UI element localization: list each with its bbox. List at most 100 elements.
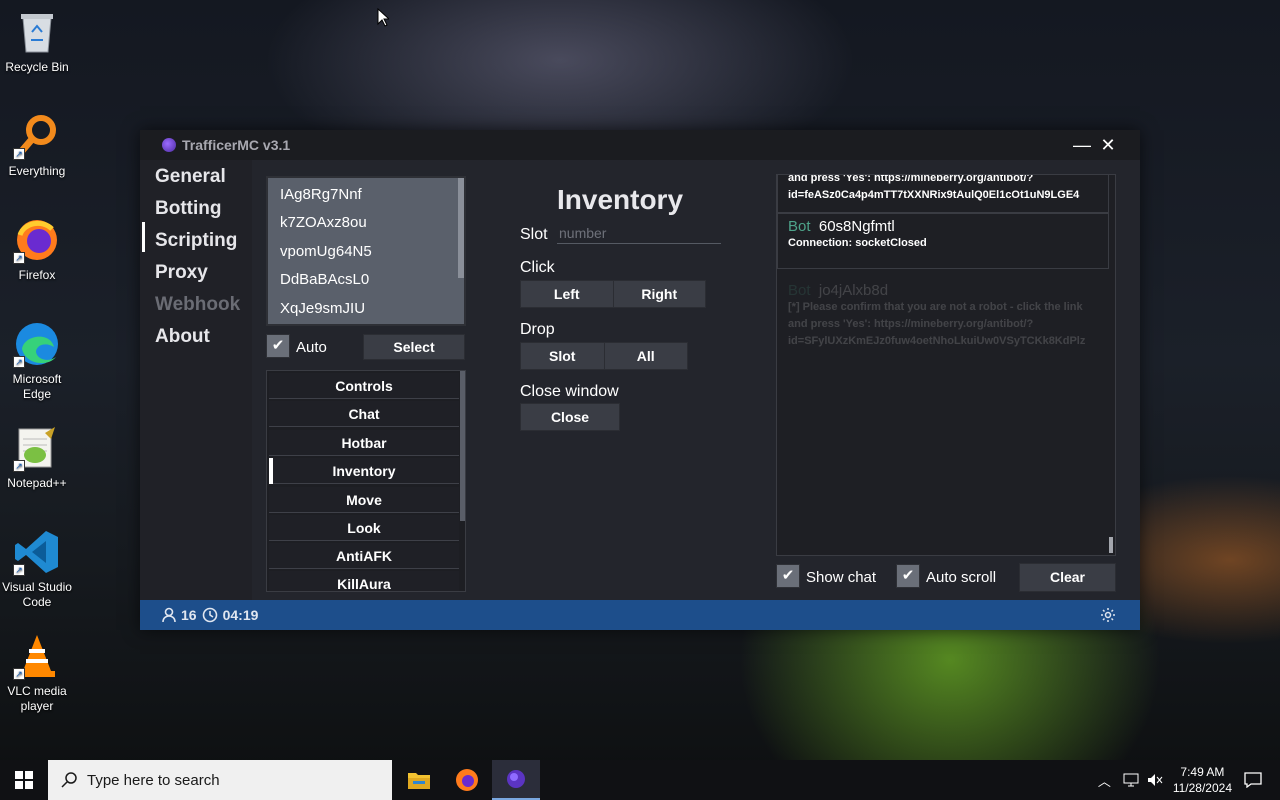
desktop-icon-firefox[interactable]: ↗ Firefox <box>0 216 74 283</box>
search-placeholder: Type here to search <box>87 771 220 789</box>
system-tray: ︿ 7:49 AM 11/28/2024 <box>1098 760 1280 800</box>
edge-icon: ↗ <box>13 320 61 368</box>
console-message: Bot 60s8Ngfmtl Connection: socketClosed <box>777 213 1109 269</box>
taskbar-firefox[interactable] <box>443 760 491 800</box>
command-inventory[interactable]: Inventory <box>269 458 459 484</box>
bot-prefix: Bot <box>788 218 811 235</box>
desktop-icon-recycle-bin[interactable]: Recycle Bin <box>0 8 74 75</box>
command-label: Look <box>347 520 381 536</box>
auto-scroll-checkbox[interactable]: ✔ <box>896 564 920 588</box>
select-button[interactable]: Select <box>363 334 465 360</box>
bot-list-scrollbar[interactable] <box>458 178 464 278</box>
nav-item-about[interactable]: About <box>155 326 210 348</box>
volume-muted-icon[interactable] <box>1147 773 1163 787</box>
desktop-icon-edge[interactable]: ↗ Microsoft Edge <box>0 320 74 402</box>
nav-item-proxy[interactable]: Proxy <box>155 262 208 284</box>
bot-list-item[interactable]: DdBaBAcsL0 <box>280 271 369 288</box>
auto-scroll-label: Auto scroll <box>926 569 997 586</box>
search-icon <box>61 772 77 788</box>
console-scrollbar[interactable] <box>1109 537 1113 553</box>
selected-indicator <box>269 458 273 484</box>
firefox-icon <box>456 769 478 791</box>
clock-icon <box>202 607 217 623</box>
auto-checkbox[interactable]: ✔ <box>266 334 290 358</box>
settings-gear-icon[interactable] <box>1100 607 1116 623</box>
nav-item-webhook: Webhook <box>155 294 241 315</box>
sidebar-nav: General Botting Scripting Proxy Webhook … <box>140 160 252 600</box>
command-label: AntiAFK <box>336 548 392 564</box>
close-inventory-button[interactable]: Close <box>520 403 620 431</box>
command-controls[interactable]: Controls <box>269 373 459 399</box>
user-icon <box>162 607 176 623</box>
nav-item-general[interactable]: General <box>155 166 226 188</box>
desktop-icon-label: Everything <box>8 164 66 178</box>
click-label: Click <box>520 259 555 276</box>
desktop-icon-notepadpp[interactable]: ↗ Notepad++ <box>0 424 74 491</box>
command-hotbar[interactable]: Hotbar <box>269 430 459 456</box>
click-left-button[interactable]: Left <box>521 281 613 307</box>
click-right-button[interactable]: Right <box>612 281 706 307</box>
message-header: Bot jo4jAlxb8d <box>788 282 1098 299</box>
clear-button[interactable]: Clear <box>1019 563 1116 592</box>
desktop-icon-label: Notepad++ <box>7 476 67 490</box>
command-killaura[interactable]: KillAura <box>269 571 459 592</box>
close-window-button[interactable]: ✕ <box>1097 134 1119 156</box>
title-bar[interactable]: TrafficerMC v3.1 — ✕ <box>140 130 1140 160</box>
minimize-button[interactable]: — <box>1071 134 1093 156</box>
console-message-faded: Bot jo4jAlxb8d [*] Please confirm that y… <box>777 277 1109 361</box>
command-label: Chat <box>348 406 380 422</box>
desktop-icon-everything[interactable]: ↗ Everything <box>0 112 74 179</box>
firefox-icon: ↗ <box>13 216 61 264</box>
command-move[interactable]: Move <box>269 487 459 513</box>
nav-item-botting[interactable]: Botting <box>155 198 221 220</box>
file-explorer-icon <box>408 773 430 789</box>
taskbar: Type here to search ︿ 7:49 AM 11/28/2024 <box>0 760 1280 800</box>
drop-all-button[interactable]: All <box>603 343 688 369</box>
notifications-icon[interactable] <box>1244 772 1262 788</box>
auto-label: Auto <box>296 339 327 356</box>
command-label: KillAura <box>337 576 391 592</box>
command-list: Controls Chat Hotbar Inventory Move Look… <box>266 370 466 592</box>
bot-name: jo4jAlxb8d <box>818 282 889 299</box>
inventory-title: Inventory <box>557 184 684 215</box>
slot-label: Slot <box>520 226 548 243</box>
command-list-scrollbar[interactable] <box>460 371 465 521</box>
bot-list-item[interactable]: k7ZOAxz8ou <box>280 214 367 231</box>
show-chat-label: Show chat <box>806 569 877 586</box>
drop-slot-button[interactable]: Slot <box>521 343 604 369</box>
clock-date: 11/28/2024 <box>1172 781 1232 795</box>
chevron-up-icon[interactable]: ︿ <box>1098 771 1111 790</box>
trafficermc-icon <box>507 770 525 788</box>
bot-list-item[interactable]: IAg8Rg7Nnf <box>280 186 362 203</box>
command-look[interactable]: Look <box>269 515 459 541</box>
clock[interactable]: 7:49 AM 11/28/2024 <box>1173 764 1232 796</box>
status-bar: 16 04:19 <box>140 600 1140 630</box>
desktop-icon-label: Recycle Bin <box>5 60 69 74</box>
taskbar-search-box[interactable]: Type here to search <box>48 760 392 800</box>
nav-selected-indicator <box>142 222 145 252</box>
click-button-group: Left Right <box>520 280 706 308</box>
desktop-icon-label: VLC media player <box>7 684 67 713</box>
recycle-bin-icon <box>13 8 61 56</box>
clock-time: 7:49 AM <box>1180 765 1225 779</box>
start-button[interactable] <box>0 760 48 800</box>
uptime: 04:19 <box>222 607 259 623</box>
close-window-label: Close window <box>520 383 619 400</box>
show-chat-checkbox[interactable]: ✔ <box>776 564 800 588</box>
command-label: Move <box>346 492 382 508</box>
bot-count: 16 <box>181 607 197 623</box>
bot-list[interactable]: IAg8Rg7Nnf k7ZOAxz8ou vpomUg64N5 DdBaBAc… <box>266 176 466 326</box>
desktop-icon-vlc[interactable]: ↗ VLC media player <box>0 632 74 714</box>
bot-prefix: Bot <box>788 282 811 299</box>
command-antiafk[interactable]: AntiAFK <box>269 543 459 569</box>
slot-input[interactable] <box>557 222 721 244</box>
taskbar-file-explorer[interactable] <box>395 760 443 800</box>
nav-item-scripting[interactable]: Scripting <box>155 230 237 252</box>
desktop-icon-vscode[interactable]: ↗ Visual Studio Code <box>0 528 74 610</box>
chat-console[interactable]: and press 'Yes': https://mineberry.org/a… <box>776 174 1116 556</box>
bot-list-item[interactable]: vpomUg64N5 <box>280 243 372 260</box>
bot-list-item[interactable]: XqJe9smJIU <box>280 300 365 317</box>
command-chat[interactable]: Chat <box>269 401 459 427</box>
taskbar-trafficermc[interactable] <box>492 760 540 800</box>
network-icon[interactable] <box>1123 773 1139 787</box>
